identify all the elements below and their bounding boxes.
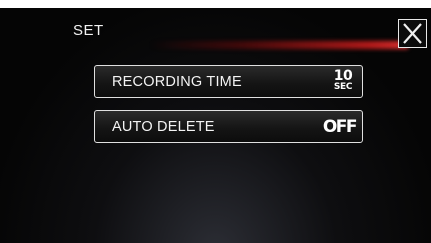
close-button[interactable] bbox=[398, 19, 427, 48]
recording-time-button[interactable]: RECORDING TIME 10 SEC bbox=[94, 65, 363, 98]
page-title: SET bbox=[73, 22, 104, 39]
auto-delete-label: AUTO DELETE bbox=[112, 119, 215, 135]
settings-screen: SET RECORDING TIME 10 SEC AUTO DELETE OF… bbox=[0, 8, 431, 243]
recording-time-value-number: 10 bbox=[333, 68, 353, 84]
recording-time-label: RECORDING TIME bbox=[112, 74, 242, 90]
close-icon bbox=[403, 23, 422, 44]
title-accent-line bbox=[150, 41, 408, 49]
recording-time-value-icon: 10 SEC bbox=[330, 69, 356, 92]
auto-delete-value-icon: OFF bbox=[322, 117, 358, 137]
auto-delete-button[interactable]: AUTO DELETE OFF bbox=[94, 110, 363, 143]
recording-time-value-unit: SEC bbox=[333, 82, 353, 92]
